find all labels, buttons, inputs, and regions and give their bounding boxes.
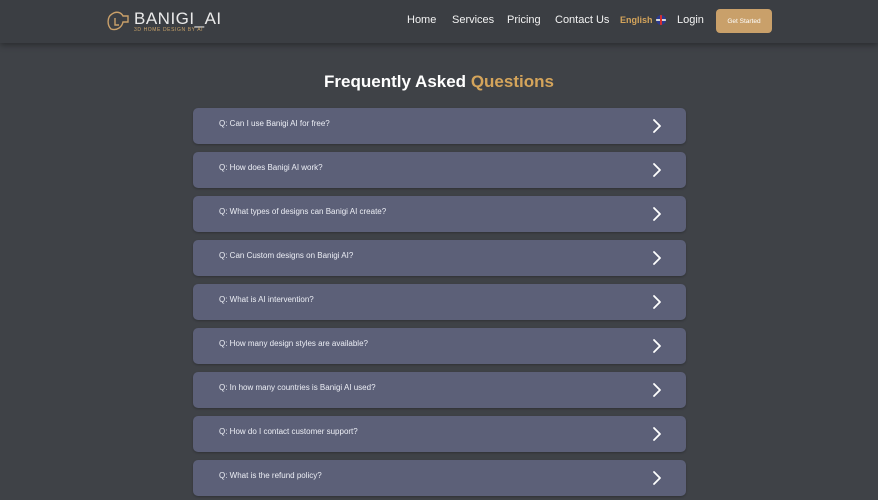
chevron-right-icon: [653, 383, 661, 397]
faq-item[interactable]: Q: How do I contact customer support?: [193, 416, 686, 452]
get-started-button[interactable]: Get Started: [716, 9, 772, 33]
chevron-right-icon: [653, 163, 661, 177]
nav-pricing-link[interactable]: Pricing: [507, 14, 541, 26]
faq-item[interactable]: Q: Can I use Banigi AI for free?: [193, 108, 686, 144]
nav-contact-link[interactable]: Contact Us: [555, 14, 609, 26]
faq-item[interactable]: Q: What is the refund policy?: [193, 460, 686, 496]
top-navbar: BANIGI_AI 3D HOME DESIGN BY AI Home Serv…: [0, 0, 878, 43]
faq-question: Q: What types of designs can Banigi AI c…: [219, 207, 387, 216]
language-label: English: [620, 15, 653, 25]
faq-item[interactable]: Q: How many design styles are available?: [193, 328, 686, 364]
chevron-right-icon: [653, 339, 661, 353]
chevron-right-icon: [653, 251, 661, 265]
brand-tagline: 3D HOME DESIGN BY AI: [134, 26, 204, 33]
language-selector[interactable]: English: [620, 15, 666, 25]
chevron-right-icon: [653, 207, 661, 221]
faq-question: Q: Can I use Banigi AI for free?: [219, 119, 330, 128]
chevron-right-icon: [653, 471, 661, 485]
logo-mark-icon: [107, 11, 129, 31]
faq-item[interactable]: Q: What types of designs can Banigi AI c…: [193, 196, 686, 232]
nav-services-link[interactable]: Services: [452, 14, 494, 26]
faq-question: Q: Can Custom designs on Banigi AI?: [219, 251, 354, 260]
faq-item[interactable]: Q: How does Banigi AI work?: [193, 152, 686, 188]
faq-list: Q: Can I use Banigi AI for free? Q: How …: [193, 108, 686, 500]
faq-heading-main: Frequently Asked: [324, 72, 467, 91]
faq-question: Q: How does Banigi AI work?: [219, 163, 323, 172]
faq-question: Q: How many design styles are available?: [219, 339, 368, 348]
login-link[interactable]: Login: [677, 14, 704, 26]
faq-heading: Frequently Asked Questions: [0, 72, 878, 92]
faq-question: Q: How do I contact customer support?: [219, 427, 358, 436]
faq-item[interactable]: Q: What is AI intervention?: [193, 284, 686, 320]
brand-name: BANIGI_AI: [134, 8, 222, 28]
nav-home-link[interactable]: Home: [407, 14, 436, 26]
uk-flag-icon: [655, 15, 666, 25]
chevron-right-icon: [653, 295, 661, 309]
faq-question: Q: What is AI intervention?: [219, 295, 314, 304]
faq-item[interactable]: Q: In how many countries is Banigi AI us…: [193, 372, 686, 408]
chevron-right-icon: [653, 427, 661, 441]
faq-question: Q: In how many countries is Banigi AI us…: [219, 383, 376, 392]
faq-heading-accent: Questions: [470, 72, 554, 91]
brand-logo[interactable]: BANIGI_AI 3D HOME DESIGN BY AI: [106, 8, 222, 34]
faq-item[interactable]: Q: Can Custom designs on Banigi AI?: [193, 240, 686, 276]
chevron-right-icon: [653, 119, 661, 133]
faq-question: Q: What is the refund policy?: [219, 471, 322, 480]
